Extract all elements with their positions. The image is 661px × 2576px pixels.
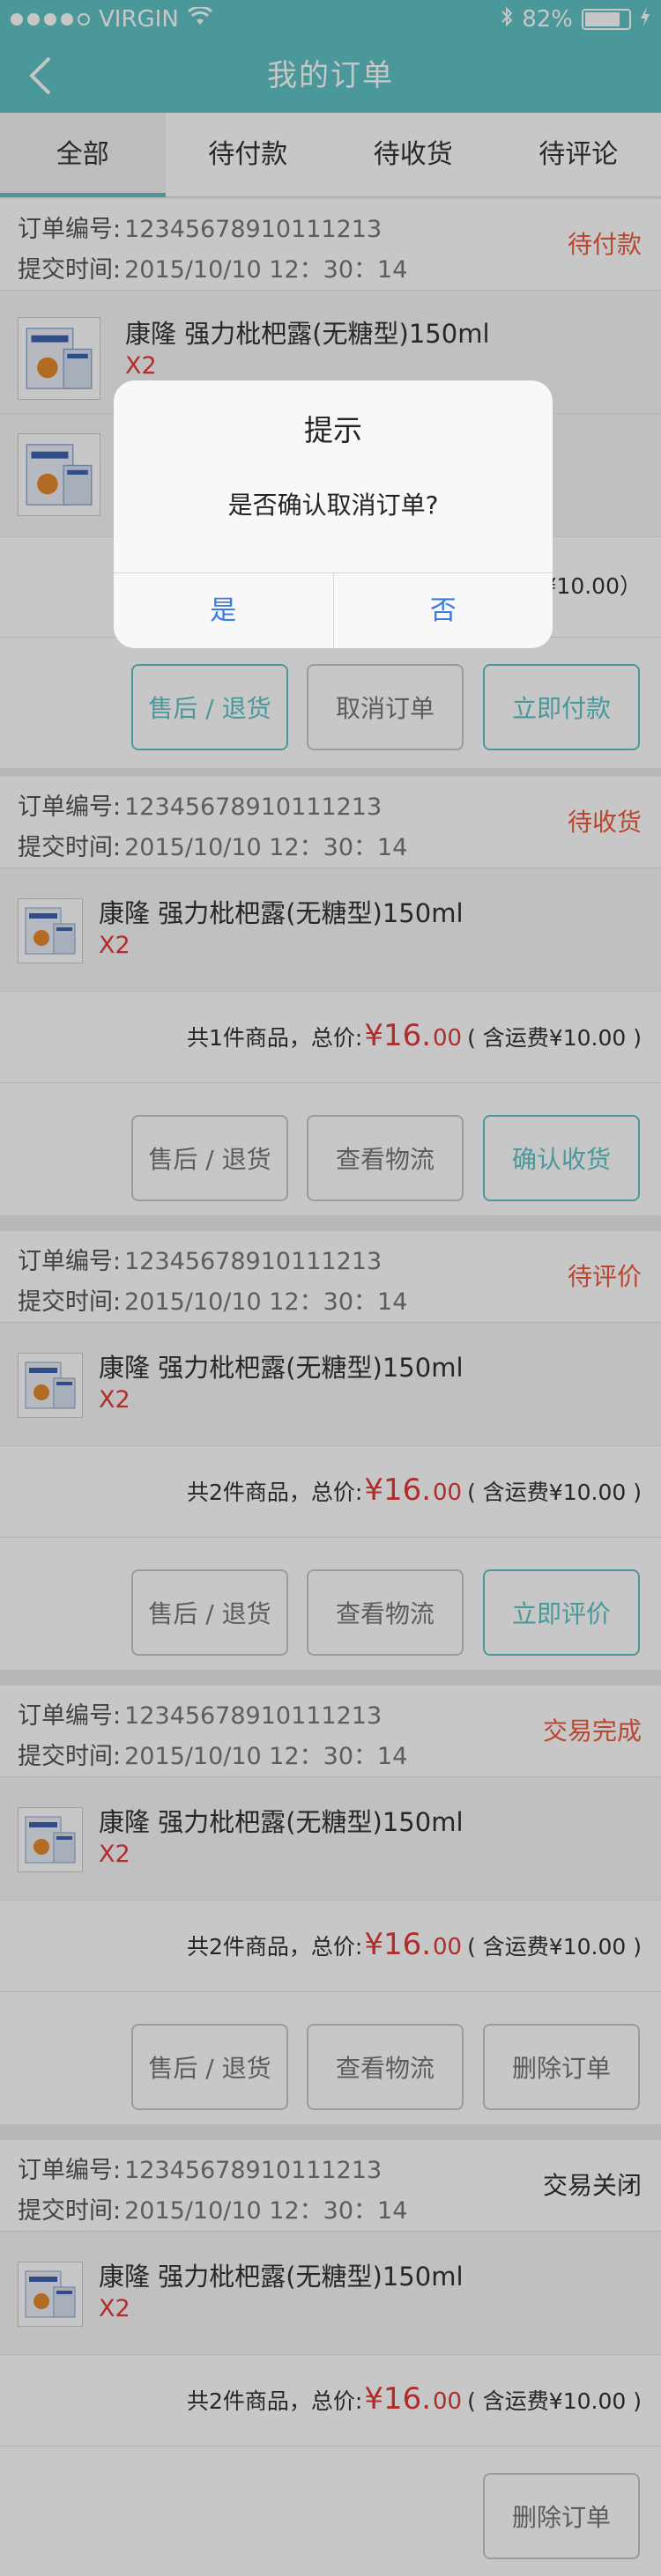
dialog-buttons: 是 否 xyxy=(114,572,553,648)
dialog-confirm-button[interactable]: 是 xyxy=(114,573,333,648)
dialog-cancel-button[interactable]: 否 xyxy=(332,573,553,648)
dialog-title: 提示 xyxy=(304,413,362,447)
orders-screen: VIRGIN 82% 我的订单 全部 待付款 待收货 待评论 订单编号: 123… xyxy=(0,0,661,2576)
dialog-message: 是否确认取消订单? xyxy=(227,491,439,520)
confirm-dialog: 提示 是否确认取消订单? 是 否 xyxy=(114,380,553,648)
